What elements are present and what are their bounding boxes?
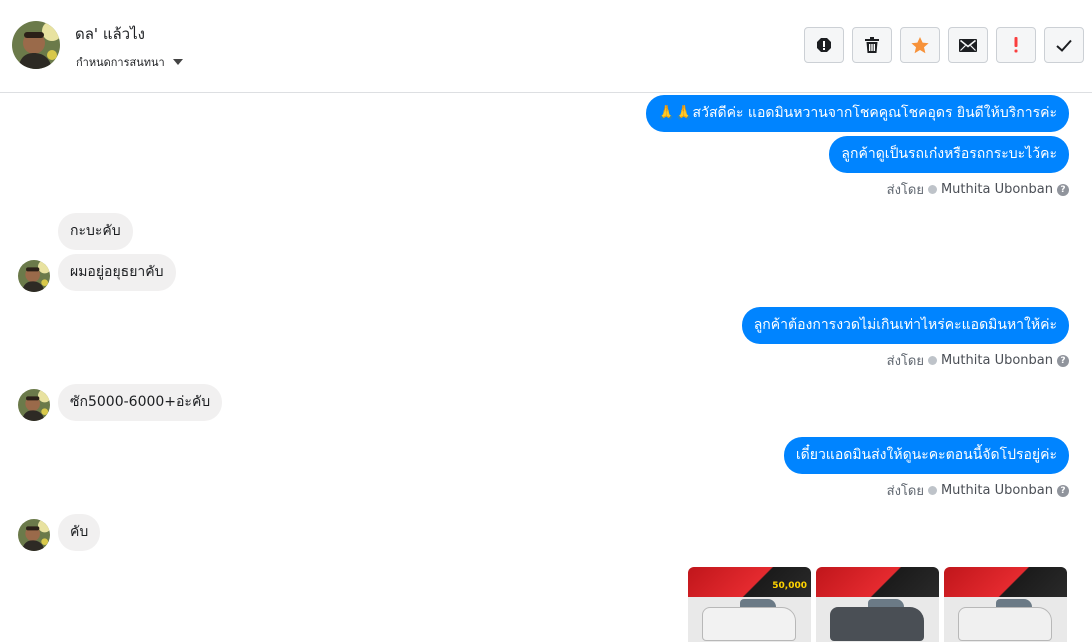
sent-by-label: ส่งโดย — [886, 354, 924, 369]
conversation-settings-dropdown[interactable]: กำหนดการสนทนา — [76, 53, 183, 71]
promo-price: 50,000 — [772, 581, 807, 591]
incoming-message: คับ — [58, 514, 101, 551]
outgoing-message: ลูกค้าดูเป็นรถเก๋งหรือรถกระบะไว้คะ — [829, 136, 1069, 173]
image-attachment[interactable] — [944, 567, 1067, 642]
page-verified-icon — [927, 185, 937, 194]
spam-alert-icon — [817, 38, 831, 52]
mark-unread-button[interactable] — [948, 27, 988, 63]
pickup-truck-image — [830, 607, 924, 641]
sender-name[interactable]: Muthita Ubonban — [941, 483, 1053, 498]
help-icon[interactable]: ? — [1057, 354, 1069, 367]
sent-by-line: ส่งโดย Muthita Ubonban ? — [887, 350, 1069, 371]
promo-banner — [816, 567, 939, 597]
incoming-message: ผมอยู่อยุธยาคับ — [58, 254, 176, 291]
contact-name: ดล' แล้วไง — [75, 25, 145, 43]
incoming-message: กะบะคับ — [58, 213, 133, 250]
sent-by-label: ส่งโดย — [886, 484, 924, 499]
delete-button[interactable] — [852, 27, 892, 63]
contact-avatar-small[interactable] — [18, 519, 50, 551]
pickup-truck-image — [702, 607, 796, 641]
contact-avatar-small[interactable] — [18, 260, 50, 292]
page-verified-icon — [927, 486, 937, 495]
sent-by-label: ส่งโดย — [886, 183, 924, 198]
contact-avatar-small[interactable] — [18, 389, 50, 421]
promo-banner — [944, 567, 1067, 597]
pickup-truck-image — [958, 607, 1052, 641]
message-thread: 🙏🙏สวัสดีค่ะ แอดมินหวานจากโชคคูณโชคอุดร ย… — [0, 94, 1092, 642]
page-verified-icon — [927, 356, 937, 365]
caret-down-icon — [172, 59, 183, 65]
mark-done-button[interactable] — [1044, 27, 1084, 63]
exclamation-icon — [1014, 37, 1018, 53]
outgoing-message: 🙏🙏สวัสดีค่ะ แอดมินหวานจากโชคคูณโชคอุดร ย… — [645, 95, 1069, 132]
image-attachment[interactable]: 50,000 — [688, 567, 811, 642]
flag-button[interactable] — [996, 27, 1036, 63]
sender-name[interactable]: Muthita Ubonban — [941, 353, 1053, 368]
contact-avatar[interactable] — [12, 21, 60, 69]
star-button[interactable] — [900, 27, 940, 63]
star-icon — [911, 36, 929, 53]
sent-by-line: ส่งโดย Muthita Ubonban ? — [887, 480, 1069, 501]
help-icon[interactable]: ? — [1057, 484, 1069, 497]
outgoing-message: ลูกค้าต้องการงวดไม่เกินเท่าไหร่คะแอดมินห… — [741, 307, 1069, 344]
conversation-header: ดล' แล้วไง กำหนดการสนทนา — [0, 0, 1092, 93]
toolbar — [804, 27, 1084, 63]
sent-by-line: ส่งโดย Muthita Ubonban ? — [887, 179, 1069, 200]
incoming-message: ซัก5000-6000+อ่ะคับ — [58, 384, 223, 421]
help-icon[interactable]: ? — [1057, 183, 1069, 196]
conversation-settings-label: กำหนดการสนทนา — [76, 56, 165, 69]
sender-name[interactable]: Muthita Ubonban — [941, 182, 1053, 197]
mail-icon — [959, 38, 977, 52]
image-attachment[interactable] — [816, 567, 939, 642]
mark-spam-button[interactable] — [804, 27, 844, 63]
trash-icon — [865, 37, 879, 53]
check-icon — [1056, 39, 1072, 52]
outgoing-message: เดี๋ยวแอดมินส่งให้ดูนะคะตอนนี้จัดโปรอยู่… — [783, 437, 1069, 474]
